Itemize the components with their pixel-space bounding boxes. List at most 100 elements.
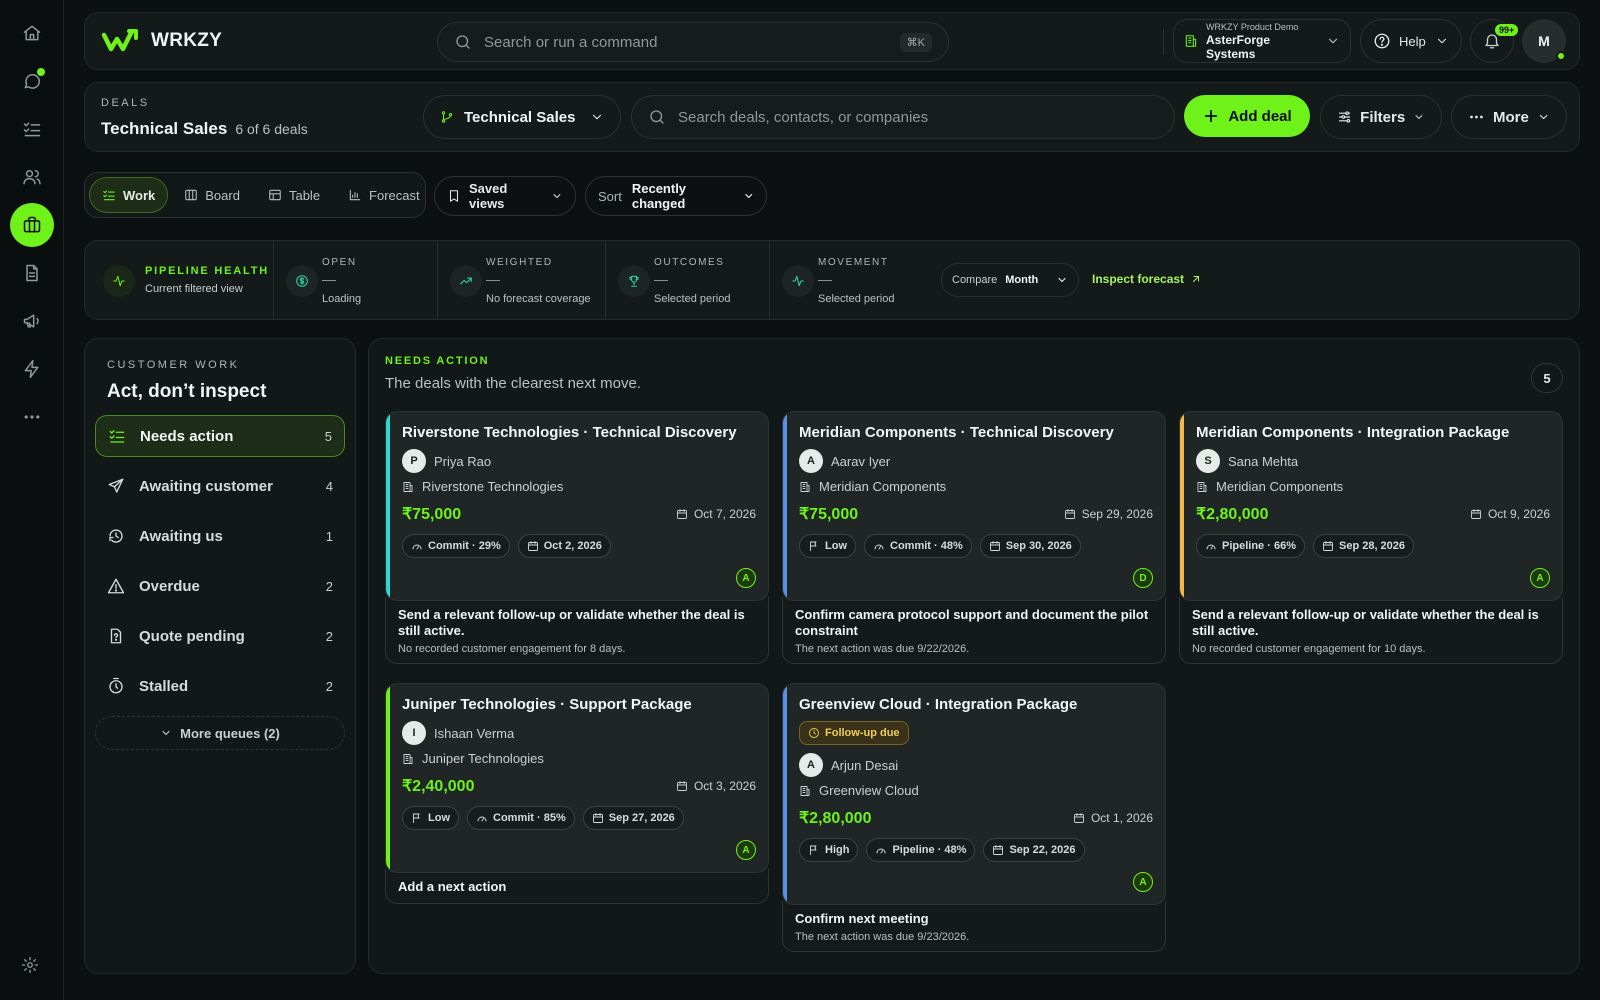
rail-campaigns[interactable] xyxy=(10,299,54,343)
deals-title-row: Technical Sales 6 of 6 deals xyxy=(101,119,308,139)
deal-title[interactable]: Meridian Components · Technical Discover… xyxy=(799,424,1153,441)
metric-movement[interactable]: MOVEMENT — Selected period xyxy=(769,241,929,319)
compare-select[interactable]: Compare Month xyxy=(941,263,1079,297)
deal-search-input[interactable] xyxy=(678,108,1158,126)
tab-work[interactable]: Work xyxy=(89,177,169,213)
company-name[interactable]: Meridian Components xyxy=(1216,479,1343,494)
owner-avatar[interactable]: A xyxy=(736,568,756,588)
rail-documents[interactable] xyxy=(10,251,54,295)
deal-card-body[interactable]: Riverstone Technologies · Technical Disc… xyxy=(385,411,769,601)
next-action[interactable]: Confirm next meeting The next action was… xyxy=(782,901,1166,952)
pipeline-select[interactable]: Technical Sales xyxy=(423,95,621,139)
next-action[interactable]: Send a relevant follow-up or validate wh… xyxy=(385,597,769,664)
company-name[interactable]: Juniper Technologies xyxy=(422,751,544,766)
command-bar[interactable]: ⌘K xyxy=(437,22,949,62)
date-chip[interactable]: Sep 28, 2026 xyxy=(1312,534,1415,558)
filters-button[interactable]: Filters xyxy=(1320,95,1442,139)
next-action[interactable]: Add a next action xyxy=(385,869,769,904)
company-name[interactable]: Riverstone Technologies xyxy=(422,479,563,494)
date-chip[interactable]: Sep 30, 2026 xyxy=(979,534,1081,558)
queue-awaiting-customer[interactable]: Awaiting customer 4 xyxy=(95,465,345,507)
deal-card-body[interactable]: Juniper Technologies · Support Package I… xyxy=(385,683,769,873)
date-chip[interactable]: Oct 2, 2026 xyxy=(517,534,611,558)
deal-search[interactable] xyxy=(631,95,1175,139)
priority-chip[interactable]: High xyxy=(799,838,859,862)
owner-avatar[interactable]: A xyxy=(736,840,756,860)
contact-name[interactable]: Sana Mehta xyxy=(1228,454,1298,469)
deal-card-body[interactable]: Meridian Components · Technical Discover… xyxy=(782,411,1166,601)
metric-weighted[interactable]: WEIGHTED — No forecast coverage xyxy=(437,241,603,319)
tab-table-label: Table xyxy=(288,187,321,203)
deal-title[interactable]: Riverstone Technologies · Technical Disc… xyxy=(402,424,756,441)
amount-row: ₹2,80,000 Oct 9, 2026 xyxy=(1196,504,1550,524)
command-input[interactable] xyxy=(484,33,900,51)
next-action[interactable]: Send a relevant follow-up or validate wh… xyxy=(1179,597,1563,664)
deal-title[interactable]: Greenview Cloud · Integration Package xyxy=(799,696,1153,713)
deal-card[interactable]: Meridian Components · Integration Packag… xyxy=(1179,411,1563,664)
company-name[interactable]: Meridian Components xyxy=(819,479,946,494)
building-icon xyxy=(403,753,413,764)
rail-automations[interactable] xyxy=(10,347,54,391)
priority-chip[interactable]: Low xyxy=(799,534,856,558)
queue-awaiting-us[interactable]: Awaiting us 1 xyxy=(95,515,345,557)
rail-deals[interactable] xyxy=(10,203,54,247)
queue-quote-pending[interactable]: Quote pending 2 xyxy=(95,615,345,657)
deal-title[interactable]: Juniper Technologies · Support Package xyxy=(402,696,756,713)
rail-settings[interactable] xyxy=(21,956,39,974)
deal-card-body[interactable]: Meridian Components · Integration Packag… xyxy=(1179,411,1563,601)
next-action[interactable]: Confirm camera protocol support and docu… xyxy=(782,597,1166,664)
notifications-button[interactable]: 99+ xyxy=(1470,19,1519,63)
rail-home[interactable] xyxy=(10,11,54,55)
metric-open[interactable]: OPEN — Loading xyxy=(273,241,435,319)
warning-triangle-icon xyxy=(107,578,125,594)
stage-chip[interactable]: Pipeline · 66% xyxy=(1196,534,1305,558)
question-circle-icon xyxy=(1374,33,1390,49)
queue-needs-action[interactable]: Needs action 5 xyxy=(95,415,345,457)
owner-avatar[interactable]: A xyxy=(1133,872,1153,892)
queue-overdue[interactable]: Overdue 2 xyxy=(95,565,345,607)
more-button[interactable]: More xyxy=(1451,95,1567,139)
deal-card[interactable]: Juniper Technologies · Support Package I… xyxy=(385,683,769,904)
user-avatar[interactable]: M xyxy=(1522,19,1566,63)
tab-forecast[interactable]: Forecast xyxy=(336,177,432,213)
tab-table[interactable]: Table xyxy=(256,177,332,213)
contact-name[interactable]: Priya Rao xyxy=(434,454,491,469)
section-eyebrow: NEEDS ACTION xyxy=(385,355,490,367)
date-chip[interactable]: Sep 27, 2026 xyxy=(582,806,684,830)
rail-contacts[interactable] xyxy=(10,155,54,199)
metric-outcomes[interactable]: OUTCOMES — Selected period xyxy=(605,241,769,319)
status-label: Follow-up due xyxy=(825,727,900,739)
rail-more[interactable] xyxy=(10,395,54,439)
rail-tasks[interactable] xyxy=(10,107,54,151)
stage-chip[interactable]: Commit · 48% xyxy=(864,534,972,558)
company-name[interactable]: Greenview Cloud xyxy=(819,783,919,798)
owner-avatar[interactable]: A xyxy=(1530,568,1550,588)
contact-name[interactable]: Arjun Desai xyxy=(831,758,898,773)
deal-card[interactable]: Riverstone Technologies · Technical Disc… xyxy=(385,411,769,664)
tab-board[interactable]: Board xyxy=(172,177,252,213)
deal-card-body[interactable]: Greenview Cloud · Integration Package Fo… xyxy=(782,683,1166,905)
workspace-switcher[interactable]: WRKZY Product Demo AsterForge Systems xyxy=(1173,19,1351,63)
queue-stalled[interactable]: Stalled 2 xyxy=(95,665,345,707)
inspect-forecast-link[interactable]: Inspect forecast xyxy=(1092,272,1202,286)
owner-row: A xyxy=(402,840,756,860)
unread-dot xyxy=(37,68,45,76)
contact-name[interactable]: Aarav Iyer xyxy=(831,454,890,469)
rail-messages[interactable] xyxy=(10,59,54,103)
more-queues-button[interactable]: More queues (2) xyxy=(95,716,345,750)
saved-views-button[interactable]: Saved views xyxy=(434,176,576,216)
contact-name[interactable]: Ishaan Verma xyxy=(434,726,514,741)
help-button[interactable]: Help xyxy=(1360,19,1462,63)
deal-card[interactable]: Greenview Cloud · Integration Package Fo… xyxy=(782,683,1166,952)
sort-select[interactable]: Sort Recently changed xyxy=(585,176,767,216)
date-chip[interactable]: Sep 22, 2026 xyxy=(983,838,1085,862)
priority-chip[interactable]: Low xyxy=(402,806,459,830)
brand-logo[interactable]: WRKZY xyxy=(101,27,222,55)
deal-card[interactable]: Meridian Components · Technical Discover… xyxy=(782,411,1166,664)
stage-chip[interactable]: Commit · 29% xyxy=(402,534,510,558)
stage-chip[interactable]: Commit · 85% xyxy=(467,806,575,830)
stage-chip[interactable]: Pipeline · 48% xyxy=(866,838,976,862)
owner-avatar[interactable]: D xyxy=(1133,568,1153,588)
add-deal-button[interactable]: Add deal xyxy=(1184,95,1310,137)
deal-title[interactable]: Meridian Components · Integration Packag… xyxy=(1196,424,1550,441)
